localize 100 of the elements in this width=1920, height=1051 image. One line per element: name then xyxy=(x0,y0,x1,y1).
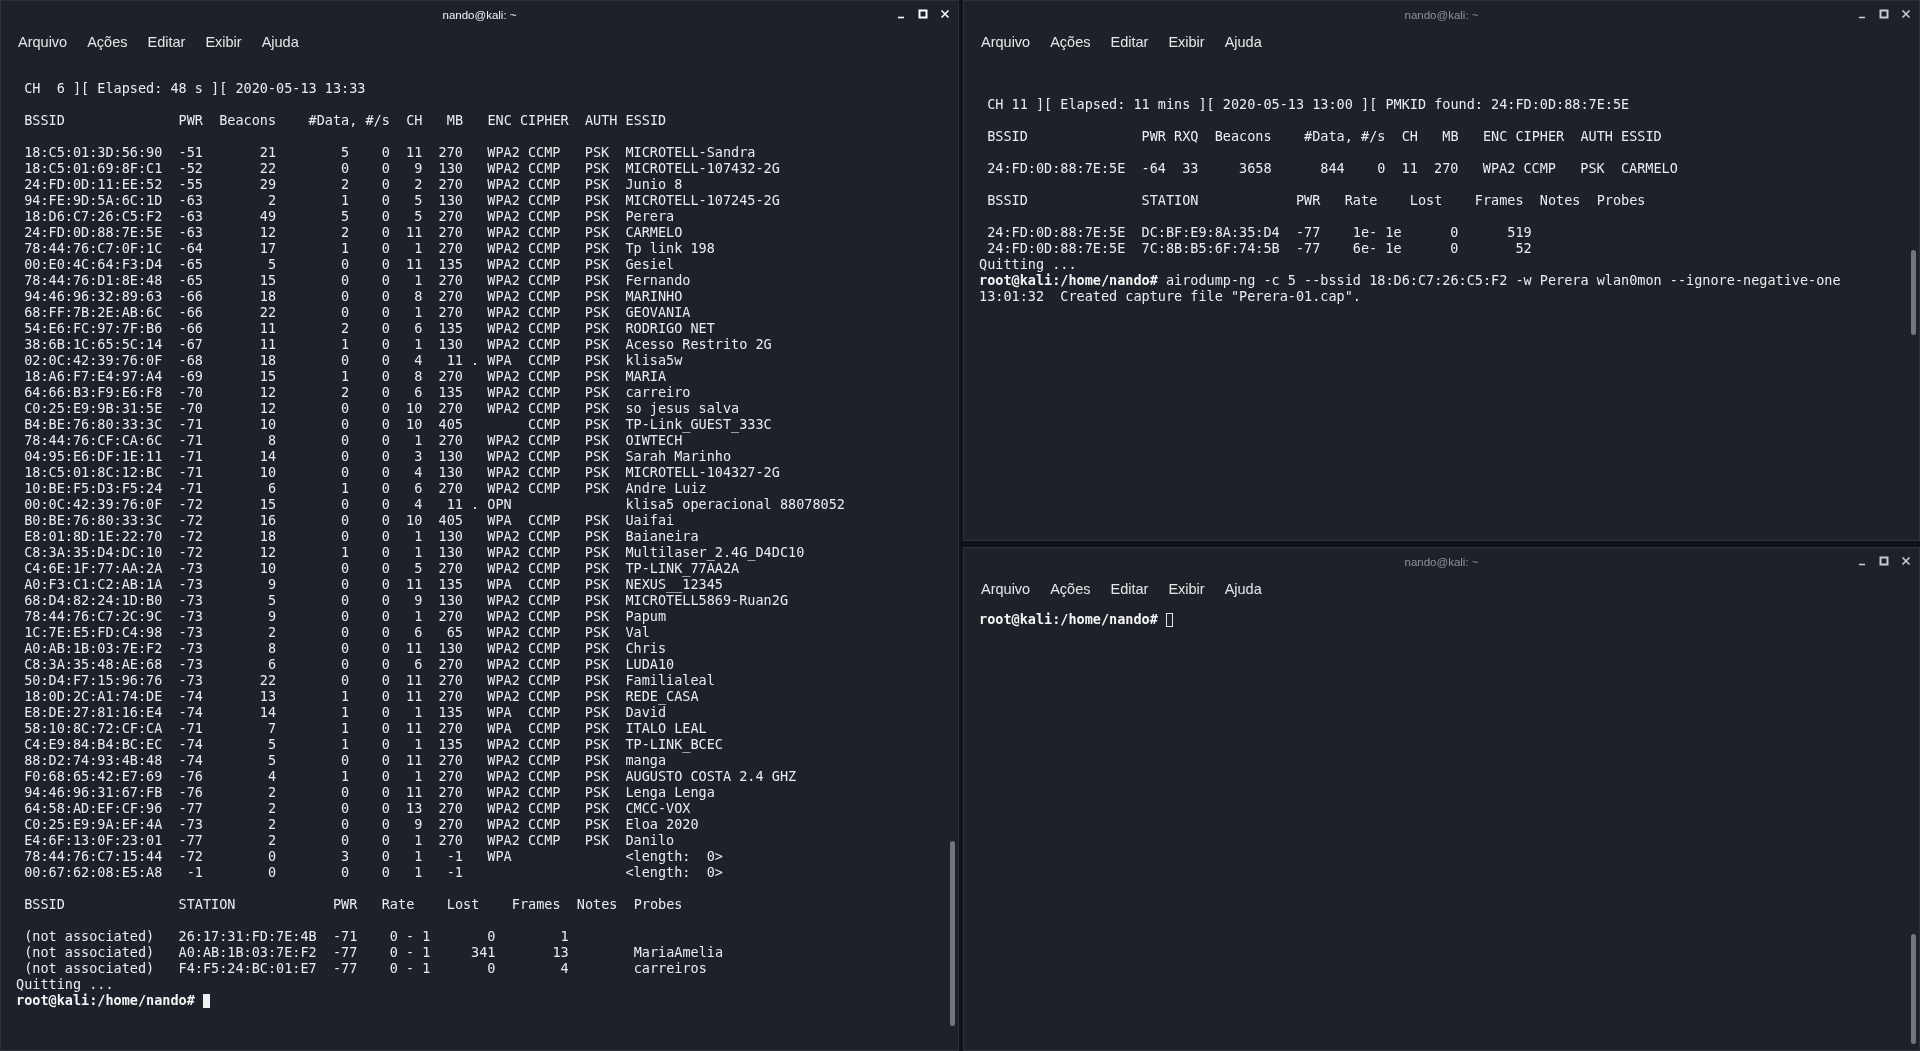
scrollbar[interactable] xyxy=(1911,934,1916,1044)
table-cell: WPA2 xyxy=(487,800,520,816)
menu-item[interactable]: Exibir xyxy=(1168,34,1205,50)
table-cell: PSK xyxy=(584,256,610,272)
table-cell: 17 xyxy=(259,240,277,256)
table-cell: 0 xyxy=(1377,160,1386,176)
table-cell: 270 xyxy=(1434,160,1459,176)
menu-item[interactable]: Ações xyxy=(1050,34,1091,50)
table-cell: 02:0C:42:39:76:0F xyxy=(24,352,163,368)
scrollbar[interactable] xyxy=(1911,250,1916,335)
table-cell: CCMP xyxy=(527,592,561,608)
table-cell: 14 xyxy=(259,704,277,720)
table-cell: MICROTELL-107432-2G xyxy=(625,160,780,176)
table-cell: -71 xyxy=(332,928,358,944)
table-cell: 94:FE:9D:5A:6C:1D xyxy=(24,192,163,208)
table-cell: 0 xyxy=(341,784,350,800)
table-cell: CCMP xyxy=(527,800,561,816)
table-cell: Andre Luiz xyxy=(625,480,707,496)
table-cell: 1 xyxy=(341,544,350,560)
table-cell: 6 xyxy=(414,656,423,672)
table-cell: Val xyxy=(625,624,650,640)
table-cell: 11 xyxy=(406,784,423,800)
table-cell: 1 xyxy=(341,736,350,752)
table-cell: 519 xyxy=(1507,224,1532,240)
table-cell: WPA2 xyxy=(487,832,520,848)
menu-item[interactable]: Ações xyxy=(1050,581,1091,597)
table-cell: 1 xyxy=(341,704,350,720)
scrollbar[interactable] xyxy=(950,841,955,1026)
table-cell: 0 xyxy=(381,448,390,464)
table-cell: WPA2 xyxy=(487,480,520,496)
table-cell: WPA2 xyxy=(487,528,520,544)
table-cell: CCMP xyxy=(527,240,561,256)
table-cell: CCMP xyxy=(527,336,561,352)
menu-item[interactable]: Arquivo xyxy=(981,34,1031,50)
maximize-icon[interactable] xyxy=(1879,556,1889,566)
close-icon[interactable] xyxy=(1901,9,1911,19)
table-cell: 11 xyxy=(406,688,423,704)
table-cell: E8:01:8D:1E:22:70 xyxy=(24,528,163,544)
table-cell: 15 xyxy=(259,272,277,288)
table-cell: 11 xyxy=(406,256,423,272)
table-cell: 22 xyxy=(259,672,277,688)
table-cell: -73 xyxy=(178,672,203,688)
table-cell: 9 xyxy=(267,608,277,624)
table-cell: 4 xyxy=(267,768,277,784)
table-cell: -66 xyxy=(178,304,203,320)
table-cell: 5 xyxy=(414,192,423,208)
menu-item[interactable]: Editar xyxy=(147,34,186,50)
table-cell: PSK xyxy=(584,192,610,208)
table-cell: PSK xyxy=(584,288,610,304)
table-cell: CCMP xyxy=(527,672,561,688)
table-cell: CCMP xyxy=(527,560,561,576)
table-cell: 49 xyxy=(259,208,277,224)
table-cell: 11 xyxy=(1401,160,1418,176)
menu-item[interactable]: Editar xyxy=(1110,581,1149,597)
table-cell: 18:C5:01:69:8F:C1 xyxy=(24,160,163,176)
menu-item[interactable]: Ações xyxy=(87,34,128,50)
maximize-icon[interactable] xyxy=(1879,9,1889,19)
table-cell: 2 xyxy=(341,384,350,400)
table-cell: PSK xyxy=(584,464,610,480)
table-cell: 0 xyxy=(341,464,350,480)
table-cell: 0 xyxy=(381,320,390,336)
table-cell: -74 xyxy=(178,704,203,720)
menu-item[interactable]: Arquivo xyxy=(18,34,68,50)
menu-item[interactable]: Ajuda xyxy=(261,34,299,50)
table-cell: PSK xyxy=(584,832,610,848)
table-cell: 88:D2:74:93:4B:48 xyxy=(24,752,163,768)
table-cell: CCMP xyxy=(527,768,561,784)
table-cell: CCMP xyxy=(527,352,561,368)
table-cell: 8 xyxy=(414,368,423,384)
table-cell: 3 xyxy=(341,848,350,864)
table-cell: WPA xyxy=(487,352,512,368)
table-cell: CARMELO xyxy=(625,224,683,240)
menu-item[interactable]: Exibir xyxy=(205,34,242,50)
close-icon[interactable] xyxy=(1901,556,1911,566)
table-cell: 12 xyxy=(259,544,277,560)
table-cell: 0 xyxy=(381,400,390,416)
menu-item[interactable]: Editar xyxy=(1110,34,1149,50)
table-cell: 1 xyxy=(414,736,423,752)
table-cell: CCMP xyxy=(527,256,561,272)
table-cell: 1 xyxy=(414,544,423,560)
terminal-line: CH 11 ][ Elapsed: 11 mins ][ 2020-05-13 13:00 ][ PMKID found: 24:FD:0D:88:7E:5E xyxy=(986,96,1631,112)
table-cell: 6 xyxy=(414,480,423,496)
menu-item[interactable]: Arquivo xyxy=(981,581,1031,597)
table-cell: 0 xyxy=(381,656,390,672)
table-cell: 11 xyxy=(406,640,423,656)
table-cell: Danilo xyxy=(625,832,675,848)
table-cell: -71 xyxy=(178,480,203,496)
table-cell: CCMP xyxy=(527,512,561,528)
table-cell: 0 xyxy=(381,560,390,576)
table-cell: 78:44:76:CF:CA:6C xyxy=(24,432,163,448)
menu-item[interactable]: Ajuda xyxy=(1224,581,1262,597)
table-cell: 68:D4:82:24:1D:B0 xyxy=(24,592,163,608)
menu-item[interactable]: Exibir xyxy=(1168,581,1205,597)
table-cell: 0 xyxy=(341,448,350,464)
table-cell: 1 xyxy=(341,336,350,352)
table-cell: 0 xyxy=(341,512,350,528)
menu-item[interactable]: Ajuda xyxy=(1224,34,1262,50)
table-cell: PSK xyxy=(584,336,610,352)
table-cell: CCMP xyxy=(1523,160,1556,176)
table-cell: 0 xyxy=(341,304,350,320)
